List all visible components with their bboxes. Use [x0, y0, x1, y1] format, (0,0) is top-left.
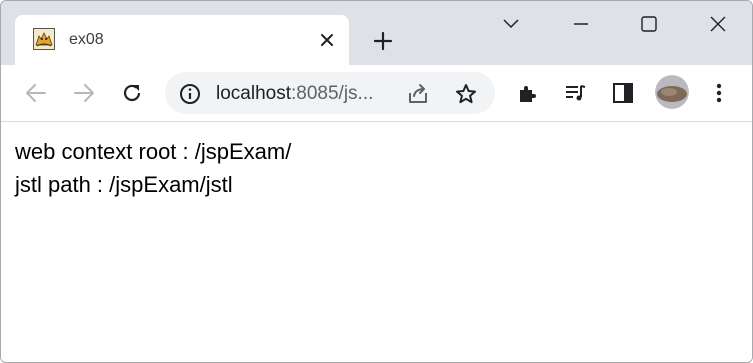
side-panel-icon: [613, 83, 633, 103]
avatar[interactable]: [655, 75, 689, 109]
url-host: localhost: [216, 83, 291, 104]
back-arrow-icon: [26, 84, 46, 102]
forward-arrow-icon: [74, 84, 94, 102]
media-button[interactable]: [560, 78, 590, 108]
url-path: :8085/js...: [291, 83, 374, 104]
jstl-path-text: jstl path : /jspExam/jstl: [15, 172, 233, 197]
info-icon[interactable]: [179, 83, 201, 105]
minimize-icon: [574, 23, 588, 25]
forward-button[interactable]: [69, 78, 99, 108]
maximize-button[interactable]: [634, 9, 664, 39]
tab-search-button[interactable]: [496, 9, 526, 39]
minimize-button[interactable]: [566, 9, 596, 39]
toolbar: localhost:8085/js...: [1, 65, 752, 122]
media-icon: [566, 85, 586, 101]
star-icon[interactable]: [453, 81, 479, 107]
menu-icon: [716, 83, 722, 103]
close-icon: [710, 16, 726, 32]
tomcat-icon: [33, 28, 55, 50]
reload-icon: [123, 84, 141, 102]
browser-tab[interactable]: ex08: [15, 15, 349, 65]
chevron-down-icon: [503, 19, 519, 29]
back-button[interactable]: [21, 78, 51, 108]
share-icon[interactable]: [405, 81, 431, 107]
browser-window: ex08 localhost:8085/js... web context ro…: [0, 0, 753, 363]
plus-icon: [373, 31, 393, 51]
reload-button[interactable]: [117, 78, 147, 108]
menu-button[interactable]: [704, 78, 734, 108]
close-icon[interactable]: [315, 28, 339, 52]
page-content: web context root : /jspExam/ jstl path :…: [1, 122, 752, 362]
context-root-text: web context root : /jspExam/: [15, 139, 292, 164]
close-window-button[interactable]: [703, 9, 733, 39]
tab-title: ex08: [69, 31, 104, 48]
maximize-icon: [641, 16, 657, 32]
side-panel-button[interactable]: [608, 78, 638, 108]
url-text[interactable]: localhost:8085/js...: [216, 83, 373, 105]
address-bar[interactable]: localhost:8085/js...: [165, 72, 495, 114]
title-bar: ex08: [1, 1, 752, 65]
new-tab-button[interactable]: [369, 27, 397, 55]
extensions-button[interactable]: [513, 78, 543, 108]
extensions-icon: [520, 86, 536, 102]
